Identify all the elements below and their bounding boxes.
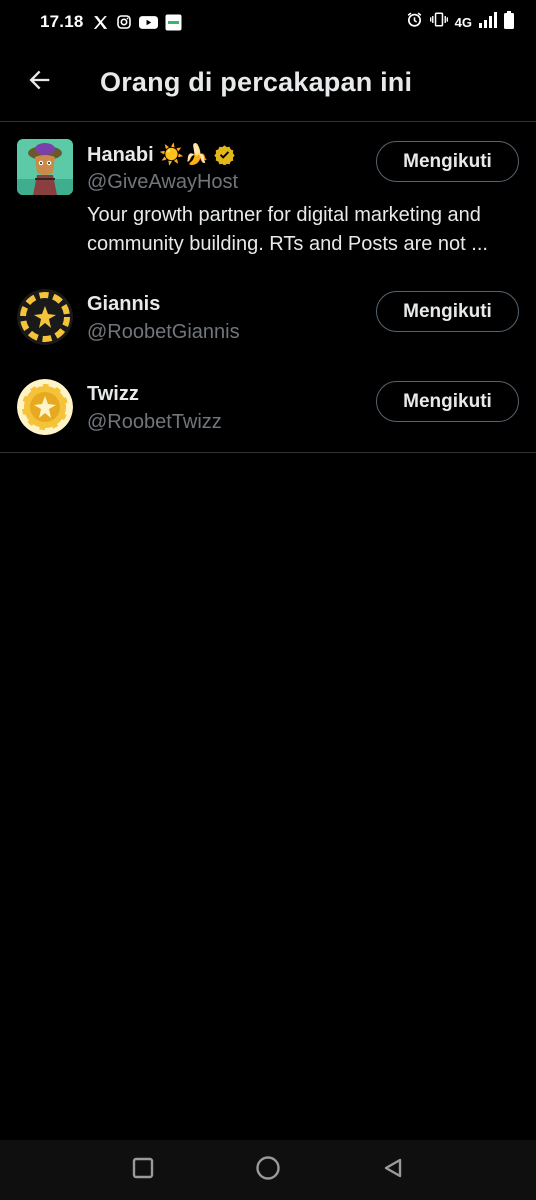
system-nav-bar xyxy=(0,1140,536,1200)
verified-badge-icon xyxy=(214,144,235,165)
alarm-icon xyxy=(406,11,423,33)
avatar[interactable] xyxy=(17,289,73,345)
following-button[interactable]: Mengikuti xyxy=(376,381,519,422)
page-title: Orang di percakapan ini xyxy=(100,67,413,97)
x-logo-icon xyxy=(92,14,109,31)
display-name[interactable]: Hanabi ☀️🍌 xyxy=(87,142,209,167)
list-item[interactable]: Giannis @RoobetGiannis Mengikuti xyxy=(0,273,536,363)
avatar[interactable] xyxy=(17,379,73,435)
recents-square-icon xyxy=(132,1157,154,1184)
status-bar: 17.18 4G xyxy=(0,0,536,44)
home-circle-icon xyxy=(255,1155,281,1186)
status-time: 17.18 xyxy=(40,12,84,31)
page-header: Orang di percakapan ini xyxy=(0,44,536,122)
vibrate-icon xyxy=(429,11,448,33)
arrow-left-icon xyxy=(26,66,54,99)
user-bio: Your growth partner for digital marketin… xyxy=(87,204,488,255)
home-button[interactable] xyxy=(244,1146,292,1194)
recents-button[interactable] xyxy=(119,1146,167,1194)
following-button[interactable]: Mengikuti xyxy=(376,291,519,332)
back-nav-button[interactable] xyxy=(369,1146,417,1194)
battery-icon xyxy=(504,10,514,34)
instagram-icon xyxy=(116,14,132,30)
status-right-group: 4G xyxy=(406,10,514,34)
app-notification-icon xyxy=(165,14,182,31)
people-list: Hanabi ☀️🍌 @GiveAwayHost Your growth par… xyxy=(0,123,536,453)
signal-icon xyxy=(479,11,497,33)
following-button[interactable]: Mengikuti xyxy=(376,141,519,182)
list-item[interactable]: Hanabi ☀️🍌 @GiveAwayHost Your growth par… xyxy=(0,123,536,273)
avatar[interactable] xyxy=(17,139,73,195)
back-button[interactable] xyxy=(12,55,68,111)
app-screen: 17.18 4G Orang di percakapan ini Hanabi … xyxy=(0,0,536,1200)
display-name[interactable]: Giannis xyxy=(87,293,160,316)
back-triangle-icon xyxy=(382,1157,404,1184)
display-name[interactable]: Twizz xyxy=(87,383,139,406)
youtube-icon xyxy=(138,15,158,30)
network-type: 4G xyxy=(454,14,472,30)
list-item[interactable]: Twizz @RoobetTwizz Mengikuti xyxy=(0,363,536,453)
